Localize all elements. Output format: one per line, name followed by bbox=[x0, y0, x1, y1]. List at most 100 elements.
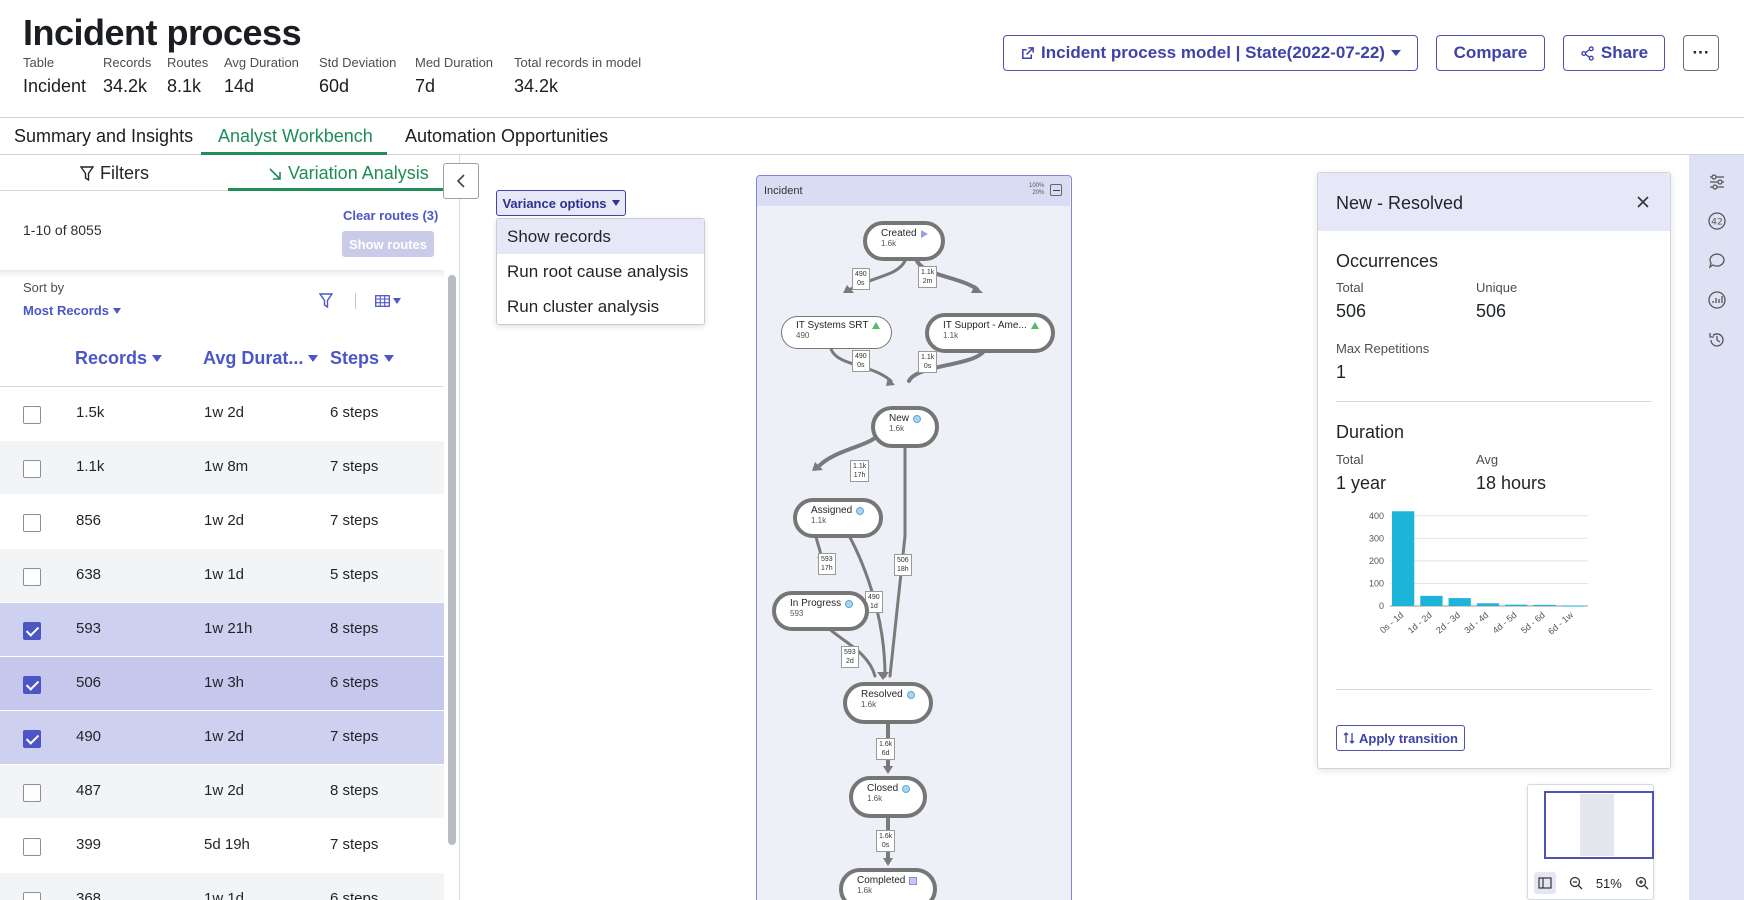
table-scrollbar[interactable] bbox=[448, 275, 456, 845]
row-checkbox[interactable] bbox=[23, 892, 41, 900]
cell-steps: 8 steps bbox=[330, 782, 379, 799]
menu-item-root-cause[interactable]: Run root cause analysis bbox=[497, 254, 704, 289]
row-checkbox-checked[interactable] bbox=[23, 730, 41, 748]
cell-duration: 1w 1d bbox=[204, 890, 245, 900]
tab-analyst-workbench[interactable]: Analyst Workbench bbox=[218, 126, 373, 147]
node-closed[interactable]: Closed 1.6k bbox=[849, 776, 927, 818]
fit-view-button[interactable] bbox=[1534, 872, 1557, 894]
row-checkbox[interactable] bbox=[23, 514, 41, 532]
edge-time: 0s bbox=[923, 363, 932, 370]
zoom-in-icon[interactable] bbox=[1635, 876, 1649, 890]
duration-heading: Duration bbox=[1336, 422, 1405, 442]
occurrences-heading: Occurrences bbox=[1336, 251, 1439, 271]
occ-unique-label: Unique bbox=[1476, 280, 1518, 295]
table-row[interactable]: 399 5d 19h 7 steps bbox=[0, 819, 444, 873]
table-row-selected[interactable]: 506 1w 3h 6 steps bbox=[0, 657, 444, 711]
table-row-selected[interactable]: 593 1w 21h 8 steps bbox=[0, 603, 444, 657]
card-title: New - Resolved bbox=[1336, 193, 1464, 213]
edge-label: 1.6k 6d bbox=[876, 738, 896, 760]
filter-icon[interactable] bbox=[319, 293, 333, 309]
table-row[interactable]: 638 1w 1d 5 steps bbox=[0, 549, 444, 603]
node-created[interactable]: Created 1.6k bbox=[863, 221, 945, 261]
edge-label: 1.1k 0s bbox=[918, 351, 938, 373]
row-checkbox-checked[interactable] bbox=[23, 676, 41, 694]
stat-label: Routes bbox=[167, 55, 209, 70]
node-count: 593 bbox=[790, 609, 804, 618]
node-it-support[interactable]: IT Support - Ame... 1.1k bbox=[925, 313, 1055, 353]
node-completed[interactable]: Completed 1.6k bbox=[839, 868, 937, 900]
row-checkbox[interactable] bbox=[23, 460, 41, 478]
node-label: Resolved bbox=[861, 689, 903, 700]
edge-label: 490 0s bbox=[852, 350, 870, 372]
variance-options-button[interactable]: Variance options bbox=[496, 190, 626, 216]
caret-down-icon bbox=[308, 355, 319, 362]
table-row[interactable]: 1.5k 1w 2d 6 steps bbox=[0, 387, 444, 441]
numbers-badge-icon[interactable]: 42 bbox=[1707, 211, 1727, 231]
minimap[interactable]: 51% bbox=[1527, 784, 1654, 900]
row-checkbox[interactable] bbox=[23, 568, 41, 586]
node-new[interactable]: New 1.6k bbox=[871, 406, 939, 448]
row-checkbox[interactable] bbox=[23, 784, 41, 802]
cell-records: 1.5k bbox=[76, 404, 105, 421]
dur-total-value: 1 year bbox=[1336, 473, 1387, 493]
caret-down-icon bbox=[1390, 50, 1401, 56]
cell-steps: 5 steps bbox=[330, 566, 379, 583]
comment-icon[interactable] bbox=[1707, 251, 1727, 271]
share-button[interactable]: Share bbox=[1563, 35, 1665, 71]
column-header-steps[interactable]: Steps bbox=[330, 348, 395, 369]
card-divider bbox=[1336, 689, 1652, 690]
row-checkbox-checked[interactable] bbox=[23, 622, 41, 640]
minimap-viewport[interactable] bbox=[1544, 791, 1654, 859]
apply-transition-button[interactable]: Apply transition bbox=[1336, 725, 1465, 751]
chart-y-tick-label: 400 bbox=[1369, 511, 1384, 521]
subtab-variation-analysis[interactable]: Variation Analysis bbox=[268, 163, 429, 184]
column-chooser-button[interactable] bbox=[375, 295, 401, 307]
share-icon bbox=[1581, 45, 1594, 61]
cell-records: 490 bbox=[76, 728, 102, 745]
zoom-out-icon[interactable] bbox=[1569, 876, 1583, 890]
history-icon[interactable] bbox=[1707, 330, 1727, 350]
node-assigned[interactable]: Assigned 1.1k bbox=[793, 498, 883, 538]
node-in-progress[interactable]: In Progress 593 bbox=[772, 591, 869, 631]
tab-summary-insights[interactable]: Summary and Insights bbox=[14, 126, 193, 147]
model-selector-button[interactable]: Incident process model | State(2022-07-2… bbox=[1003, 35, 1418, 71]
more-options-button[interactable]: ··· bbox=[1683, 35, 1719, 71]
sort-value: Most Records bbox=[23, 303, 109, 318]
process-map[interactable]: Incident 100% 20% 490 0s 1.1k 2m 490 0s … bbox=[756, 175, 1072, 900]
chart-x-tick-label: 2d - 3d bbox=[1434, 610, 1462, 636]
tab-automation-opportunities[interactable]: Automation Opportunities bbox=[405, 126, 608, 147]
edge-time: 18h bbox=[897, 566, 909, 573]
node-label: Assigned bbox=[811, 505, 853, 516]
analytics-icon[interactable] bbox=[1707, 290, 1727, 310]
table-row[interactable]: 856 1w 2d 7 steps bbox=[0, 495, 444, 549]
menu-item-show-records[interactable]: Show records bbox=[497, 219, 704, 254]
node-resolved[interactable]: Resolved 1.6k bbox=[843, 682, 933, 724]
table-row[interactable]: 1.1k 1w 8m 7 steps bbox=[0, 441, 444, 495]
collapse-panel-button[interactable] bbox=[443, 163, 479, 199]
edge-count: 490 bbox=[855, 353, 867, 360]
row-checkbox[interactable] bbox=[23, 406, 41, 424]
edge-count: 1.1k bbox=[853, 463, 867, 470]
occ-unique-value: 506 bbox=[1476, 301, 1507, 321]
column-header-records[interactable]: Records bbox=[75, 348, 163, 369]
table-row-selected[interactable]: 490 1w 2d 7 steps bbox=[0, 711, 444, 765]
show-routes-button[interactable]: Show routes bbox=[342, 231, 434, 257]
subtab-filters[interactable]: Filters bbox=[80, 163, 149, 184]
close-icon[interactable] bbox=[1634, 193, 1652, 211]
column-header-avg-duration[interactable]: Avg Durat... bbox=[203, 348, 319, 369]
stat-label: Med Duration bbox=[415, 55, 494, 70]
sliders-icon[interactable] bbox=[1707, 172, 1727, 192]
sort-dropdown[interactable]: Most Records bbox=[23, 303, 121, 318]
svg-text:42: 42 bbox=[1711, 218, 1722, 228]
cell-records: 1.1k bbox=[76, 458, 105, 475]
compare-button[interactable]: Compare bbox=[1436, 35, 1545, 71]
menu-item-cluster[interactable]: Run cluster analysis bbox=[497, 289, 704, 324]
edge-label: 506 18h bbox=[894, 554, 912, 576]
table-row[interactable]: 368 1w 1d 6 steps bbox=[0, 873, 444, 900]
node-it-systems-srt[interactable]: IT Systems SRT 490 bbox=[781, 316, 892, 349]
clear-routes-link[interactable]: Clear routes (3) bbox=[343, 208, 438, 223]
max-repetitions-value: 1 bbox=[1336, 362, 1347, 382]
row-checkbox[interactable] bbox=[23, 838, 41, 856]
table-row[interactable]: 487 1w 2d 8 steps bbox=[0, 765, 444, 819]
routes-table: 1.5k 1w 2d 6 steps 1.1k 1w 8m 7 steps 85… bbox=[0, 387, 444, 900]
